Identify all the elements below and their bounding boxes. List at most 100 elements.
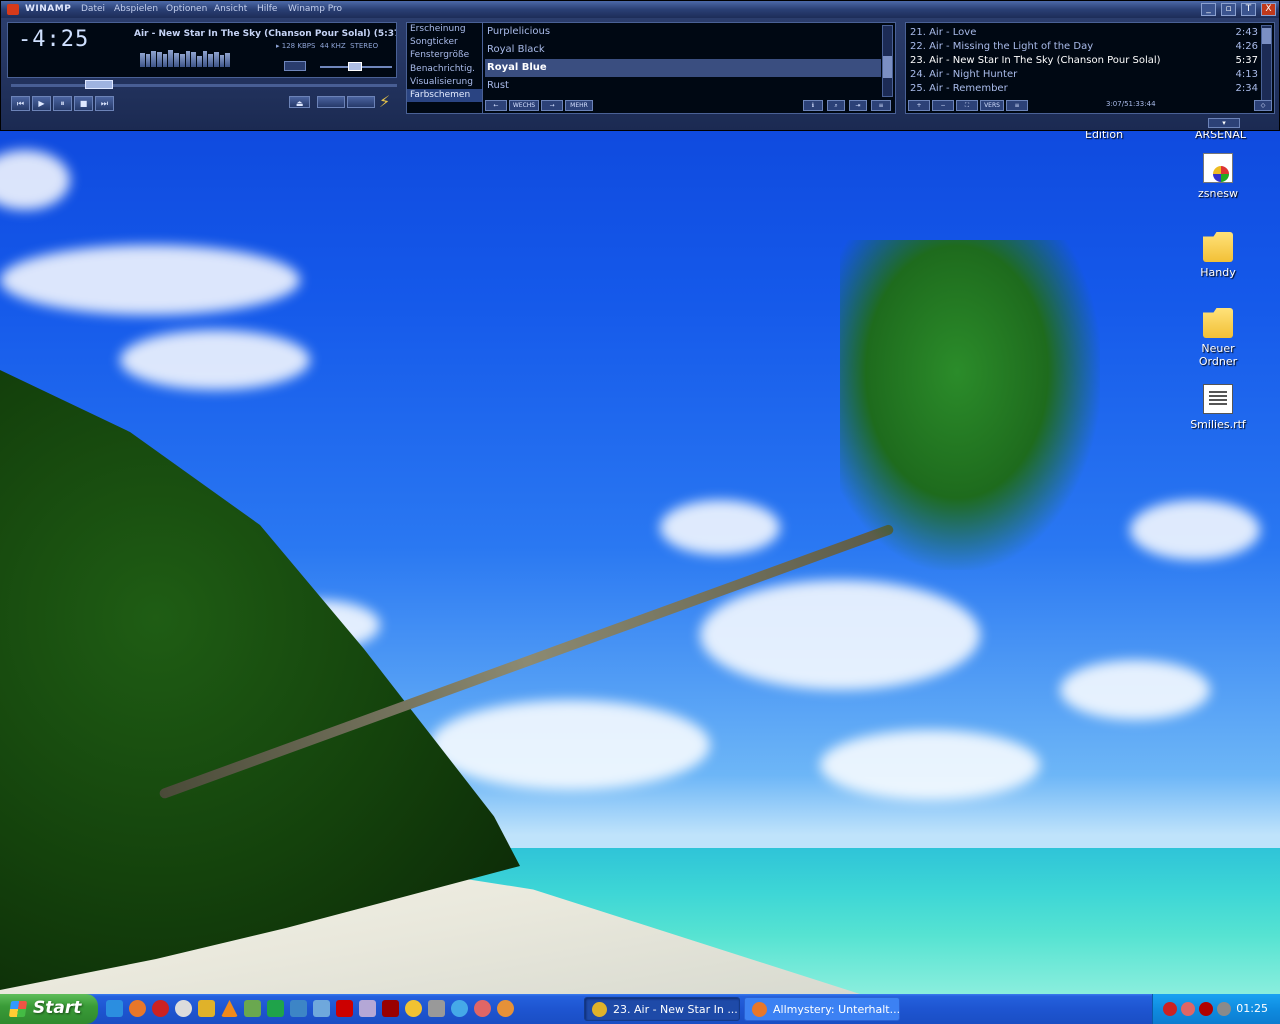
playlist-toggle-tab[interactable]: ▾ [1208,118,1240,128]
desktop-icon-smilies-rtf[interactable]: Smilies.rtf [1182,384,1254,431]
playlist-item-current[interactable]: 23. Air - New Star In The Sky (Chanson P… [910,54,1258,68]
tray-antivirus-icon[interactable] [1199,1002,1213,1016]
config-menu-fenstergroesse[interactable]: Fenstergröße [407,49,482,62]
scheme-item-selected[interactable]: Royal Blue [485,59,881,77]
mail-icon[interactable] [313,1000,330,1017]
skype-icon[interactable] [451,1000,468,1017]
menu-ansicht[interactable]: Ansicht [214,4,247,14]
close-button[interactable]: X [1261,3,1276,16]
more-button[interactable]: MEHR [565,100,593,111]
samplerate: 44 [319,42,329,50]
winamp-titlebar[interactable]: WINAMP Datei Abspielen Optionen Ansicht … [1,1,1279,18]
app-h-icon[interactable] [267,1000,284,1017]
playlist-item[interactable]: 21. Air - Love 2:43 [910,26,1258,40]
media-icon[interactable] [382,1000,399,1017]
info-icon[interactable]: ℹ [803,100,823,111]
play-button[interactable]: ▶ [32,96,51,111]
config-menu-benachrichtig[interactable]: Benachrichtig. [407,63,482,76]
config-menu-erscheinung[interactable]: Erscheinung [407,23,482,36]
playlist-scrollbar[interactable] [1261,25,1272,101]
headphones-icon[interactable] [428,1000,445,1017]
visualizer[interactable] [140,49,230,67]
seek-knob[interactable] [85,80,113,89]
export-icon[interactable]: ⇥ [849,100,867,111]
repeat-button[interactable] [347,96,375,108]
tray-volume-icon[interactable] [1217,1002,1231,1016]
switch-button[interactable]: WECHS [509,100,539,111]
desktop-icon-label: Smilies.rtf [1190,418,1246,431]
desktop-icon-neuer-ordner[interactable]: Neuer Ordner [1182,308,1254,368]
time-display[interactable]: -4:25 [18,27,89,52]
playlist-item[interactable]: 22. Air - Missing the Light of the Day 4:… [910,40,1258,54]
vlc-icon[interactable] [221,1000,238,1017]
shuffle-button[interactable] [317,96,345,108]
menu-winamp-pro[interactable]: Winamp Pro [288,4,342,14]
add-button[interactable]: + [908,100,930,111]
task-winamp[interactable]: 23. Air - New Star In ... [584,997,740,1021]
volume-slider-knob[interactable] [348,62,362,71]
back-button[interactable]: ← [485,100,507,111]
menu-datei[interactable]: Datei [81,4,105,14]
menu-hilfe[interactable]: Hilfe [257,4,277,14]
remove-button[interactable]: − [932,100,954,111]
config-panel: Erscheinung Songticker Fenstergröße Bena… [406,22,896,114]
desktop-icon-handy[interactable]: Handy [1182,232,1254,279]
internet-explorer-icon[interactable] [106,1000,123,1017]
next-button[interactable]: ⏭ [95,96,114,111]
tray-app-icon[interactable] [1181,1002,1195,1016]
select-button[interactable]: ⛶ [956,100,978,111]
shade-button[interactable]: ▫ [1221,3,1236,16]
scheme-item[interactable]: Purplelicious [485,23,881,41]
menu-optionen[interactable]: Optionen [166,4,207,14]
tray-opera-icon[interactable] [1163,1002,1177,1016]
seek-bar[interactable] [11,84,397,87]
minimize-button[interactable]: _ [1201,3,1216,16]
config-menu-songticker[interactable]: Songticker [407,36,482,49]
smiley-icon[interactable] [474,1000,491,1017]
task-firefox[interactable]: Allmystery: Unterhalt... [744,997,900,1021]
playlist-item[interactable]: 24. Air - Night Hunter 4:13 [910,68,1258,82]
playlist-options-icon[interactable]: ◇ [1254,100,1272,111]
opera-icon[interactable] [152,1000,169,1017]
list-button[interactable]: ≡ [1006,100,1028,111]
start-button[interactable]: Start [0,994,98,1024]
misc-button[interactable]: VERS [980,100,1004,111]
config-menu-farbschemen[interactable]: Farbschemen [407,88,482,103]
acrobat-icon[interactable] [336,1000,353,1017]
scheme-item[interactable]: Royal Black [485,41,881,59]
browser-icon[interactable] [497,1000,514,1017]
settings-gear-icon[interactable] [405,1000,422,1017]
options-icon[interactable]: ≡ [871,100,891,111]
image-viewer-icon[interactable] [244,1000,261,1017]
forward-button[interactable]: → [541,100,563,111]
maximize-button[interactable]: T [1241,3,1256,16]
archive-icon[interactable] [359,1000,376,1017]
scheme-item[interactable]: Rust [485,77,881,95]
pause-button[interactable]: ⏸ [53,96,72,111]
firefox-icon[interactable] [129,1000,146,1017]
media-player-icon[interactable] [175,1000,192,1017]
cloud [120,330,310,390]
quick-launch [106,1000,514,1018]
network-icon[interactable] [290,1000,307,1017]
menu-abspielen[interactable]: Abspielen [114,4,158,14]
config-button-row: ← WECHS → MEHR ℹ ⌕ ⇥ ≡ [485,100,895,112]
track-duration: 2:34 [1235,83,1258,94]
track-duration: 2:43 [1235,27,1258,38]
winamp-quick-icon[interactable] [198,1000,215,1017]
scrollbar-thumb[interactable] [1262,28,1271,44]
scheme-scrollbar[interactable] [882,25,893,97]
scrollbar-thumb[interactable] [883,56,892,78]
playlist-item[interactable]: 25. Air - Remember 2:34 [910,82,1258,96]
lightning-bolt-icon[interactable]: ⚡ [379,92,390,111]
desktop-icon-zsnesw[interactable]: zsnesw [1182,153,1254,200]
search-icon[interactable]: ⌕ [827,100,845,111]
speaker-icon[interactable] [284,61,306,71]
clock[interactable]: 01:25 [1236,1002,1268,1015]
previous-button[interactable]: ⏮ [11,96,30,111]
eject-button[interactable]: ⏏ [289,96,310,108]
stop-button[interactable]: ■ [74,96,93,111]
winamp-logo-icon[interactable] [7,4,19,15]
winamp-body: -4:25 Air - New Star In The Sky (Chanson… [1,18,1279,130]
config-menu-visualisierung[interactable]: Visualisierung [407,76,482,89]
